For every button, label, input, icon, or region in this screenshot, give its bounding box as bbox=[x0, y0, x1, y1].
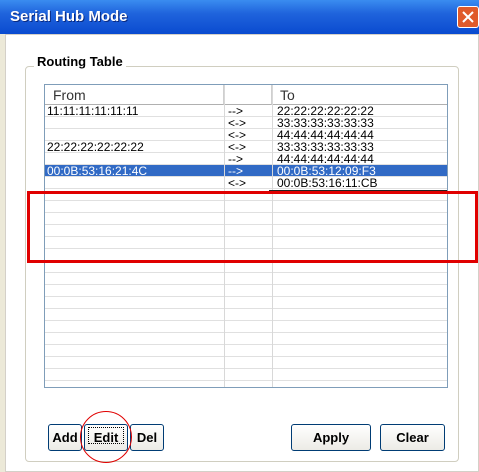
dialog-window: Serial Hub Mode Routing Table From To 11… bbox=[0, 0, 479, 472]
add-button[interactable]: Add bbox=[48, 424, 82, 451]
table-row[interactable]: <-> 33:33:33:33:33:33 bbox=[45, 117, 447, 129]
del-button[interactable]: Del bbox=[130, 424, 164, 451]
annotation-highlight-box bbox=[27, 191, 478, 263]
header-direction[interactable] bbox=[224, 85, 272, 105]
apply-button[interactable]: Apply bbox=[291, 424, 371, 451]
window-title: Serial Hub Mode bbox=[10, 8, 128, 25]
table-row[interactable] bbox=[45, 345, 447, 357]
group-label: Routing Table bbox=[34, 54, 126, 69]
table-row[interactable] bbox=[45, 309, 447, 321]
annotation-circle bbox=[80, 411, 132, 463]
table-row[interactable] bbox=[45, 357, 447, 369]
close-button[interactable] bbox=[457, 6, 479, 28]
from-cell: 11:11:11:11:11:11 bbox=[47, 104, 139, 118]
header-from[interactable]: From bbox=[45, 85, 224, 105]
table-row[interactable]: 11:11:11:11:11:11 --> 22:22:22:22:22:22 bbox=[45, 104, 447, 118]
table-row[interactable] bbox=[45, 321, 447, 333]
clear-button[interactable]: Clear bbox=[380, 424, 445, 451]
title-bar[interactable]: Serial Hub Mode bbox=[0, 0, 479, 34]
table-row[interactable] bbox=[45, 273, 447, 285]
table-row[interactable] bbox=[45, 285, 447, 297]
from-cell: 00:0B:53:16:21:4C bbox=[47, 164, 148, 178]
header-to[interactable]: To bbox=[272, 85, 447, 105]
close-icon bbox=[462, 11, 474, 23]
table-row[interactable]: 22:22:22:22:22:22 <-> 33:33:33:33:33:33 bbox=[45, 140, 447, 154]
from-cell: 22:22:22:22:22:22 bbox=[47, 140, 144, 154]
table-row[interactable] bbox=[45, 333, 447, 345]
table-row[interactable] bbox=[45, 369, 447, 381]
direction-cell: <-> bbox=[228, 176, 247, 190]
table-row[interactable] bbox=[45, 297, 447, 309]
table-row[interactable]: 00:0B:53:16:21:4C --> 00:0B:53:12:09:F3 bbox=[45, 164, 447, 178]
table-row[interactable]: <-> 00:0B:53:16:11:CB bbox=[45, 176, 447, 190]
to-cell: 00:0B:53:16:11:CB bbox=[277, 176, 378, 190]
